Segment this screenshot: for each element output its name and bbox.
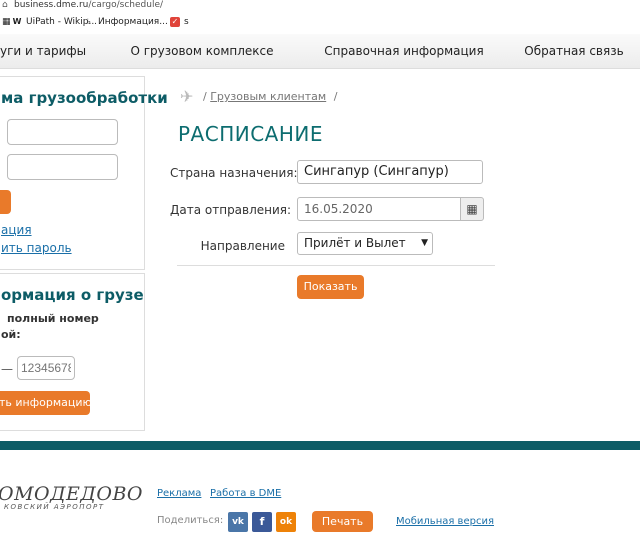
cargo-hint-1: полный номер [7, 312, 99, 325]
nav-label: Справочная информация [324, 44, 484, 58]
bookmark-label: Информация... [98, 17, 168, 27]
get-info-button[interactable]: ть информацию [0, 391, 92, 415]
login-panel: ма грузообработки ация ить пароль [0, 76, 168, 270]
calendar-icon[interactable]: ▦ [460, 197, 484, 221]
chevron-down-icon: ▼ [421, 238, 428, 248]
plane-icon: ✈ [180, 87, 194, 106]
direction-select[interactable]: Прилёт и Вылет ▼ [297, 232, 433, 255]
direction-label: Направление [200, 239, 285, 253]
show-button[interactable]: Показать [297, 275, 364, 299]
country-input[interactable]: Сингапур (Сингапур) [297, 160, 483, 184]
country-label: Страна назначения: [170, 166, 298, 180]
nav-item-services[interactable]: уги и тарифы [0, 34, 105, 68]
password-field[interactable] [7, 154, 118, 180]
share-label: Поделиться: [157, 515, 224, 526]
odnoklassniki-icon[interactable]: ok [276, 512, 296, 532]
url-host: business.dme.ru [14, 0, 89, 10]
jobs-link[interactable]: Работа в DME [210, 488, 281, 499]
dash-separator: — [1, 362, 13, 376]
address-bar[interactable]: ⌂ business.dme.ru/cargo/schedule/ [0, 0, 640, 12]
cargo-title: ормация о грузе [1, 286, 144, 304]
vk-icon[interactable]: vk [228, 512, 248, 532]
url-path: /cargo/schedule/ [88, 0, 164, 10]
bookmark-icon: ♭ [87, 17, 91, 26]
date-label: Дата отправления: [170, 203, 292, 217]
login-field[interactable] [7, 119, 118, 145]
date-input[interactable]: 16.05.2020 [297, 197, 461, 221]
ads-link[interactable]: Реклама [157, 488, 201, 499]
mobile-version-link[interactable]: Мобильная версия [396, 516, 494, 527]
footer-band [0, 441, 640, 450]
print-button[interactable]: Печать [312, 511, 373, 532]
form-divider [177, 265, 495, 266]
apps-icon[interactable]: ▦ [2, 17, 11, 27]
url-text: business.dme.ru/cargo/schedule/ [14, 0, 163, 10]
breadcrumb: / Грузовым клиентам / [203, 90, 337, 103]
breadcrumb-separator: / [203, 90, 207, 103]
bookmark-s[interactable]: ✓ s [170, 17, 189, 27]
nav-label: О грузовом комплексе [130, 44, 274, 58]
nav-item-about[interactable]: О грузовом комплексе [104, 34, 301, 68]
lock-icon: ⌂ [2, 0, 8, 10]
breadcrumb-separator: / [333, 90, 338, 103]
forgot-password-link[interactable]: ить пароль [1, 241, 72, 255]
cargo-info-panel: ормация о грузе полный номер ой: — ть ин… [0, 273, 145, 431]
nav-item-reference[interactable]: Справочная информация [300, 34, 509, 68]
shield-icon: ✓ [170, 17, 180, 27]
nav-label: Обратная связь [524, 44, 624, 58]
bookmark-label: s [184, 17, 189, 27]
cargo-hint-2: ой: [1, 328, 21, 341]
nav-item-feedback[interactable]: Обратная связь [508, 34, 640, 68]
facebook-icon[interactable]: f [252, 512, 272, 532]
bookmark-info[interactable]: ♭ Информация... [84, 17, 168, 27]
logo-text: ОМОДЕДОВО [0, 483, 143, 505]
nav-label: уги и тарифы [0, 44, 87, 58]
register-link[interactable]: ация [1, 223, 32, 237]
direction-selected-value: Прилёт и Вылет [304, 236, 406, 250]
waybill-number-input[interactable] [17, 356, 75, 380]
main-nav: уги и тарифы О грузовом комплексе Справо… [0, 34, 640, 69]
login-button[interactable] [0, 190, 11, 214]
bookmarks-bar: ▦ W UiPath - Wikip... ♭ Информация... ✓ … [0, 12, 640, 35]
wikipedia-icon: W [12, 17, 22, 26]
login-title: ма грузообработки [1, 89, 168, 107]
page-title: РАСПИСАНИЕ [178, 122, 323, 146]
breadcrumb-link-cargo-clients[interactable]: Грузовым клиентам [210, 90, 326, 103]
logo-subtitle: КОВСКИЙ АЭРОПОРТ [4, 503, 105, 511]
